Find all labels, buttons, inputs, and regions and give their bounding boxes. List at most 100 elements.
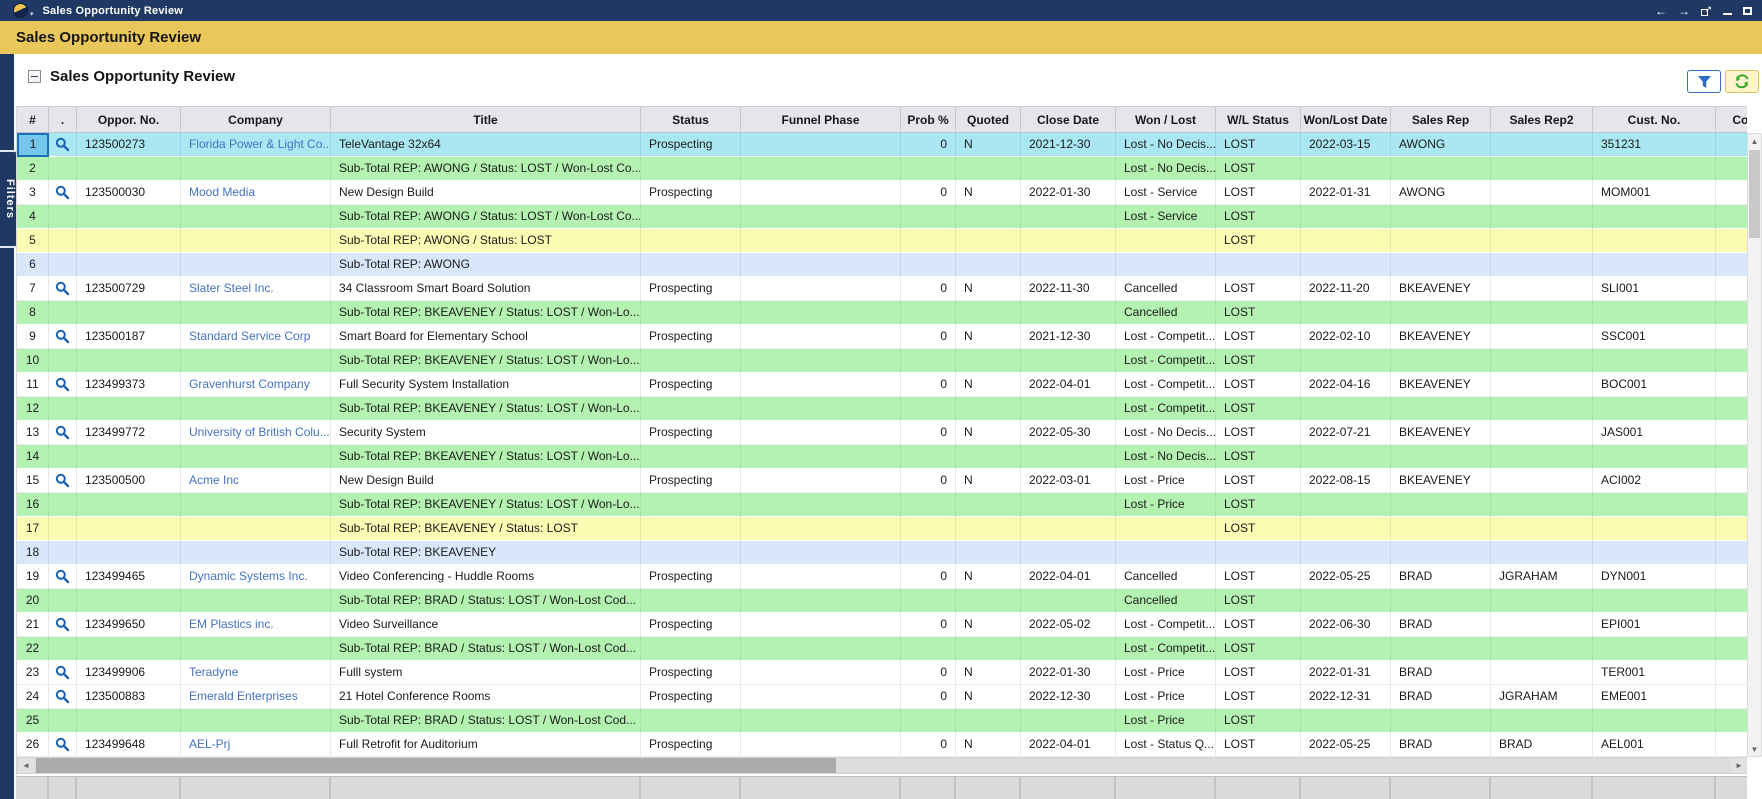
- cell-oppor-no: [77, 517, 181, 541]
- table-row[interactable]: 26123499648AEL-PrjFull Retrofit for Audi…: [17, 733, 1747, 757]
- subtotal-row[interactable]: 10Sub-Total REP: BKEAVENEY / Status: LOS…: [17, 349, 1747, 373]
- table-row[interactable]: 3123500030Mood MediaNew Design BuildPros…: [17, 181, 1747, 205]
- scroll-right-icon[interactable]: ►: [1731, 758, 1747, 773]
- company-link[interactable]: Standard Service Corp: [189, 329, 310, 343]
- column-header-quoted[interactable]: Quoted: [956, 106, 1021, 133]
- table-row[interactable]: 23123499906TeradyneFulll systemProspecti…: [17, 661, 1747, 685]
- cell-search: [49, 541, 77, 565]
- company-link[interactable]: AEL-Prj: [189, 737, 230, 751]
- company-link[interactable]: Emerald Enterprises: [189, 689, 298, 703]
- search-icon[interactable]: [55, 137, 70, 152]
- scroll-down-icon[interactable]: ▼: [1748, 742, 1761, 756]
- popout-icon[interactable]: ↗: [1701, 5, 1712, 16]
- cell-company: Emerald Enterprises: [181, 685, 331, 709]
- search-icon[interactable]: [55, 185, 70, 200]
- refresh-button[interactable]: [1725, 70, 1759, 93]
- vertical-scrollbar[interactable]: ▲ ▼: [1747, 133, 1762, 757]
- column-header-status[interactable]: Status: [641, 106, 741, 133]
- company-link[interactable]: Slater Steel Inc.: [189, 281, 274, 295]
- subtotal-row[interactable]: 16Sub-Total REP: BKEAVENEY / Status: LOS…: [17, 493, 1747, 517]
- search-icon[interactable]: [55, 689, 70, 704]
- forward-icon[interactable]: →: [1678, 5, 1690, 17]
- table-row[interactable]: 13123499772University of British Colu...…: [17, 421, 1747, 445]
- subtotal-row[interactable]: 12Sub-Total REP: BKEAVENEY / Status: LOS…: [17, 397, 1747, 421]
- maximize-icon[interactable]: [1743, 7, 1752, 15]
- table-row[interactable]: 21123499650EM Plastics inc.Video Surveil…: [17, 613, 1747, 637]
- column-header-wl-status[interactable]: W/L Status: [1216, 106, 1301, 133]
- subtotal-row[interactable]: 2Sub-Total REP: AWONG / Status: LOST / W…: [17, 157, 1747, 181]
- column-header-won-lost[interactable]: Won / Lost: [1116, 106, 1216, 133]
- scroll-left-icon[interactable]: ◄: [18, 758, 34, 773]
- cell-search: [49, 445, 77, 469]
- cell-funnel-phase: [741, 325, 901, 349]
- cell-cust-no: [1593, 205, 1716, 229]
- filter-button[interactable]: [1687, 70, 1721, 93]
- table-row[interactable]: 11123499373Gravenhurst CompanyFull Secur…: [17, 373, 1747, 397]
- company-link[interactable]: EM Plastics inc.: [189, 617, 274, 631]
- cell-close-date: [1021, 637, 1116, 661]
- company-link[interactable]: University of British Colu...: [189, 425, 330, 439]
- scroll-up-icon[interactable]: ▲: [1748, 134, 1761, 148]
- search-icon[interactable]: [55, 329, 70, 344]
- company-link[interactable]: Teradyne: [189, 665, 238, 679]
- column-header-title[interactable]: Title: [331, 106, 641, 133]
- back-icon[interactable]: ←: [1655, 5, 1667, 17]
- column-header-company[interactable]: Company: [181, 106, 331, 133]
- column-header-prob[interactable]: Prob %: [901, 106, 956, 133]
- search-icon[interactable]: [55, 281, 70, 296]
- subtotal-row[interactable]: 8Sub-Total REP: BKEAVENEY / Status: LOST…: [17, 301, 1747, 325]
- search-icon[interactable]: [55, 377, 70, 392]
- company-link[interactable]: Gravenhurst Company: [189, 377, 310, 391]
- company-link[interactable]: Mood Media: [189, 185, 255, 199]
- company-link[interactable]: Acme Inc: [189, 473, 239, 487]
- table-row[interactable]: 1123500273Florida Power & Light Co...Tel…: [17, 133, 1747, 157]
- subtotal-row[interactable]: 14Sub-Total REP: BKEAVENEY / Status: LOS…: [17, 445, 1747, 469]
- column-header-won-lost-date[interactable]: Won/Lost Date: [1301, 106, 1391, 133]
- subtotal-row[interactable]: 22Sub-Total REP: BRAD / Status: LOST / W…: [17, 637, 1747, 661]
- company-link[interactable]: Florida Power & Light Co...: [189, 137, 331, 151]
- column-header-funnel-phase[interactable]: Funnel Phase: [741, 106, 901, 133]
- cell-won-lost: [1116, 253, 1216, 277]
- cell-search: [49, 517, 77, 541]
- column-header-sales-rep2[interactable]: Sales Rep2: [1491, 106, 1593, 133]
- table-row[interactable]: 7123500729Slater Steel Inc.34 Classroom …: [17, 277, 1747, 301]
- subtotal-row[interactable]: 20Sub-Total REP: BRAD / Status: LOST / W…: [17, 589, 1747, 613]
- table-row[interactable]: 9123500187Standard Service CorpSmart Boa…: [17, 325, 1747, 349]
- cell-prob: [901, 517, 956, 541]
- subtotal-row[interactable]: 25Sub-Total REP: BRAD / Status: LOST / W…: [17, 709, 1747, 733]
- search-icon[interactable]: [55, 617, 70, 632]
- column-header-num[interactable]: #: [17, 106, 49, 133]
- logo-menu-chevron-icon[interactable]: ▾: [30, 10, 34, 18]
- search-icon[interactable]: [55, 473, 70, 488]
- search-icon[interactable]: [55, 665, 70, 680]
- table-row[interactable]: 24123500883Emerald Enterprises21 Hotel C…: [17, 685, 1747, 709]
- subtotal-row[interactable]: 5Sub-Total REP: AWONG / Status: LOSTLOST: [17, 229, 1747, 253]
- horizontal-scroll-track[interactable]: [34, 758, 1731, 773]
- company-link[interactable]: Dynamic Systems Inc.: [189, 569, 308, 583]
- cell-status: Prospecting: [641, 373, 741, 397]
- search-icon[interactable]: [55, 737, 70, 752]
- column-header-close-date[interactable]: Close Date: [1021, 106, 1116, 133]
- table-row[interactable]: 19123499465Dynamic Systems Inc.Video Con…: [17, 565, 1747, 589]
- vertical-scroll-thumb[interactable]: [1749, 150, 1760, 238]
- search-icon[interactable]: [55, 425, 70, 440]
- collapse-icon[interactable]: [28, 70, 41, 83]
- cell-cust-no: DYN001: [1593, 565, 1716, 589]
- subtotal-row[interactable]: 17Sub-Total REP: BKEAVENEY / Status: LOS…: [17, 517, 1747, 541]
- horizontal-scrollbar[interactable]: ◄ ►: [17, 757, 1747, 774]
- column-header-sales-rep[interactable]: Sales Rep: [1391, 106, 1491, 133]
- column-header-cust-no[interactable]: Cust. No.: [1593, 106, 1716, 133]
- column-header-oppor-no[interactable]: Oppor. No.: [77, 106, 181, 133]
- subtotal-row[interactable]: 6Sub-Total REP: AWONG: [17, 253, 1747, 277]
- cell-won-lost: Lost - Competit...: [1116, 637, 1216, 661]
- subtotal-row[interactable]: 18Sub-Total REP: BKEAVENEY: [17, 541, 1747, 565]
- minimize-icon[interactable]: [1723, 13, 1732, 15]
- subtotal-row[interactable]: 4Sub-Total REP: AWONG / Status: LOST / W…: [17, 205, 1747, 229]
- horizontal-scroll-thumb[interactable]: [36, 758, 836, 773]
- cell-wl-status: LOST: [1216, 181, 1301, 205]
- column-header-cont[interactable]: Cont: [1716, 106, 1747, 133]
- table-row[interactable]: 15123500500Acme IncNew Design BuildProsp…: [17, 469, 1747, 493]
- search-icon[interactable]: [55, 569, 70, 584]
- column-header-search[interactable]: .: [49, 106, 77, 133]
- cell-cust-no: ACI002: [1593, 469, 1716, 493]
